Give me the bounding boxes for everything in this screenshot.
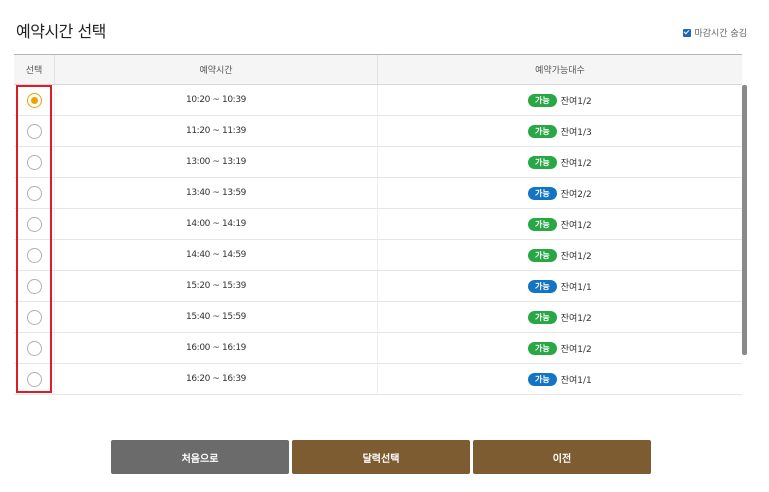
header-time: 예약시간 xyxy=(55,55,378,84)
table-row[interactable]: 11:20 ~ 11:39 가능 잔여1/3 xyxy=(14,116,742,147)
availability-cell: 가능 잔여1/2 xyxy=(378,85,742,115)
table-row[interactable]: 13:00 ~ 13:19 가능 잔여1/2 xyxy=(14,147,742,178)
reservation-time-table: 선택 예약시간 예약가능대수 10:20 ~ 10:39 가능 잔여1/2 11:20… xyxy=(14,54,742,395)
remaining-count: 잔여1/2 xyxy=(560,344,592,355)
remaining-count: 잔여1/2 xyxy=(560,96,592,107)
status-badge: 가능 xyxy=(528,124,557,138)
remaining-count: 잔여1/2 xyxy=(560,158,592,169)
status-badge: 가능 xyxy=(528,155,557,169)
remaining-count: 잔여1/3 xyxy=(560,127,592,138)
status-badge: 가능 xyxy=(528,93,557,107)
availability-cell: 가능 잔여1/3 xyxy=(378,116,742,146)
table-row[interactable]: 16:00 ~ 16:19 가능 잔여1/2 xyxy=(14,333,742,364)
calendar-select-button[interactable]: 달력선택 xyxy=(292,440,470,474)
time-cell: 15:40 ~ 15:59 xyxy=(55,302,378,332)
table-row[interactable]: 14:00 ~ 14:19 가능 잔여1/2 xyxy=(14,209,742,240)
remaining-count: 잔여1/2 xyxy=(560,220,592,231)
table-row[interactable]: 14:40 ~ 14:59 가능 잔여1/2 xyxy=(14,240,742,271)
remaining-count: 잔여2/2 xyxy=(560,189,592,200)
select-cell xyxy=(14,271,55,301)
time-radio[interactable] xyxy=(26,278,42,294)
select-cell xyxy=(14,333,55,363)
status-badge: 가능 xyxy=(528,279,557,293)
status-badge: 가능 xyxy=(528,341,557,355)
time-cell: 16:20 ~ 16:39 xyxy=(55,364,378,394)
header-availability: 예약가능대수 xyxy=(535,66,585,76)
time-radio[interactable] xyxy=(26,247,42,263)
availability-cell: 가능 잔여1/2 xyxy=(378,302,742,332)
select-cell xyxy=(14,147,55,177)
header-select: 선택 xyxy=(14,55,55,84)
time-cell: 15:20 ~ 15:39 xyxy=(55,271,378,301)
time-radio[interactable] xyxy=(26,92,42,108)
status-badge: 가능 xyxy=(528,186,557,200)
go-first-button[interactable]: 처음으로 xyxy=(111,440,289,474)
time-radio[interactable] xyxy=(26,371,42,387)
select-cell xyxy=(14,209,55,239)
hide-closed-checkbox[interactable] xyxy=(683,28,692,37)
table-row[interactable]: 15:40 ~ 15:59 가능 잔여1/2 xyxy=(14,302,742,333)
time-cell: 11:20 ~ 11:39 xyxy=(55,116,378,146)
time-cell: 14:40 ~ 14:59 xyxy=(55,240,378,270)
table-row[interactable]: 15:20 ~ 15:39 가능 잔여1/1 xyxy=(14,271,742,302)
availability-cell: 가능 잔여1/2 xyxy=(378,333,742,363)
page-title: 예약시간 선택 xyxy=(16,22,106,41)
remaining-count: 잔여1/1 xyxy=(560,375,592,386)
time-radio[interactable] xyxy=(26,340,42,356)
time-radio[interactable] xyxy=(26,185,42,201)
select-cell xyxy=(14,302,55,332)
time-cell: 10:20 ~ 10:39 xyxy=(55,85,378,115)
time-cell: 13:40 ~ 13:59 xyxy=(55,178,378,208)
remaining-count: 잔여1/2 xyxy=(560,313,592,324)
remaining-count: 잔여1/2 xyxy=(560,251,592,262)
time-cell: 14:00 ~ 14:19 xyxy=(55,209,378,239)
availability-cell: 가능 잔여1/1 xyxy=(378,364,742,394)
hide-closed-toggle[interactable]: 마감시간 숨김 xyxy=(683,26,747,39)
availability-cell: 가능 잔여1/2 xyxy=(378,240,742,270)
table-row[interactable]: 13:40 ~ 13:59 가능 잔여2/2 xyxy=(14,178,742,209)
table-row[interactable]: 16:20 ~ 16:39 가능 잔여1/1 xyxy=(14,364,742,395)
availability-cell: 가능 잔여1/1 xyxy=(378,271,742,301)
time-radio[interactable] xyxy=(26,309,42,325)
status-badge: 가능 xyxy=(528,310,557,324)
status-badge: 가능 xyxy=(528,372,557,386)
select-cell xyxy=(14,364,55,394)
table-row[interactable]: 10:20 ~ 10:39 가능 잔여1/2 xyxy=(14,85,742,116)
table-body: 10:20 ~ 10:39 가능 잔여1/2 11:20 ~ 11:39 가능 잔여1/3… xyxy=(14,85,742,395)
previous-button[interactable]: 이전 xyxy=(473,440,651,474)
availability-cell: 가능 잔여2/2 xyxy=(378,178,742,208)
select-cell xyxy=(14,116,55,146)
time-radio[interactable] xyxy=(26,154,42,170)
remaining-count: 잔여1/1 xyxy=(560,282,592,293)
select-cell xyxy=(14,85,55,115)
table-header: 선택 예약시간 예약가능대수 xyxy=(14,54,742,85)
time-radio[interactable] xyxy=(26,123,42,139)
time-radio[interactable] xyxy=(26,216,42,232)
availability-cell: 가능 잔여1/2 xyxy=(378,209,742,239)
hide-closed-label: 마감시간 숨김 xyxy=(694,29,747,39)
availability-cell: 가능 잔여1/2 xyxy=(378,147,742,177)
status-badge: 가능 xyxy=(528,248,557,262)
table-scrollbar[interactable] xyxy=(742,85,747,355)
select-cell xyxy=(14,178,55,208)
time-cell: 16:00 ~ 16:19 xyxy=(55,333,378,363)
select-cell xyxy=(14,240,55,270)
status-badge: 가능 xyxy=(528,217,557,231)
time-cell: 13:00 ~ 13:19 xyxy=(55,147,378,177)
